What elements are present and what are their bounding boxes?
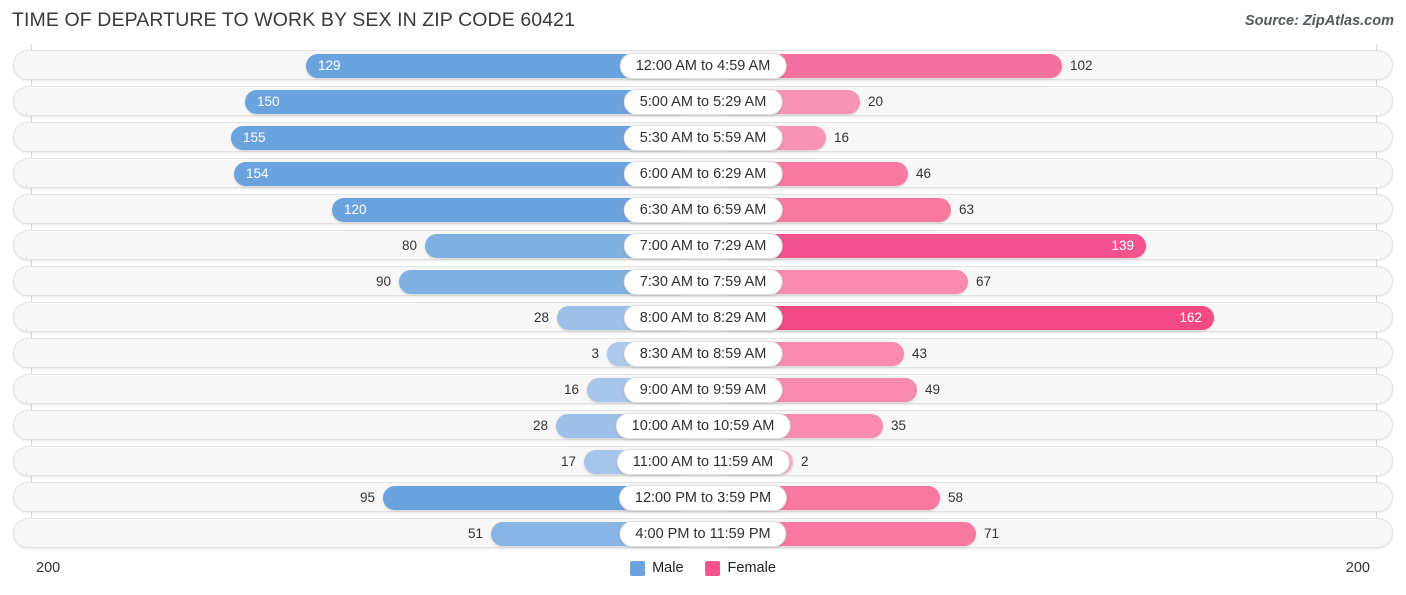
- bar-value-male: 120: [344, 202, 367, 217]
- bar-value-male: 80: [401, 238, 417, 253]
- chart-row: 28 35 10:00 AM to 10:59 AM: [13, 410, 1393, 440]
- category-label: 11:00 AM to 11:59 AM: [616, 449, 790, 475]
- bar-value-male: 3: [591, 346, 599, 361]
- bar-value-male: 28: [532, 418, 548, 433]
- category-label: 9:00 AM to 9:59 AM: [623, 377, 783, 403]
- page-title: TIME OF DEPARTURE TO WORK BY SEX IN ZIP …: [12, 9, 576, 31]
- legend-item-female[interactable]: Female: [705, 560, 776, 576]
- bar-value-female: 71: [984, 526, 1000, 541]
- bar-male[interactable]: 155: [231, 126, 690, 150]
- bar-value-male: 17: [560, 454, 576, 469]
- category-label: 12:00 AM to 4:59 AM: [619, 53, 787, 79]
- chart-root: TIME OF DEPARTURE TO WORK BY SEX IN ZIP …: [0, 0, 1406, 595]
- bar-wrap: 3 43 8:30 AM to 8:59 AM: [14, 339, 1392, 367]
- legend: Male Female: [630, 560, 776, 576]
- legend-label-female: Female: [727, 560, 776, 576]
- axis-tick-left: 200: [36, 560, 61, 576]
- chart-row: 3 43 8:30 AM to 8:59 AM: [13, 338, 1393, 368]
- bar-value-female: 43: [912, 346, 928, 361]
- bar-value-male: 150: [257, 94, 280, 109]
- bar-value-female: 139: [1111, 238, 1134, 253]
- bar-wrap: 17 2 11:00 AM to 11:59 AM: [14, 447, 1392, 475]
- bar-value-male: 129: [318, 58, 341, 73]
- bar-wrap: 154 46 6:00 AM to 6:29 AM: [14, 159, 1392, 187]
- bar-female[interactable]: 162: [718, 306, 1214, 330]
- category-label: 7:30 AM to 7:59 AM: [623, 269, 783, 295]
- bar-wrap: 51 71 4:00 PM to 11:59 PM: [14, 519, 1392, 547]
- chart-row: 129 102 12:00 AM to 4:59 AM: [13, 50, 1393, 80]
- bar-wrap: 150 20 5:00 AM to 5:29 AM: [14, 87, 1392, 115]
- bar-value-female: 49: [925, 382, 941, 397]
- chart-row: 90 67 7:30 AM to 7:59 AM: [13, 266, 1393, 296]
- bar-value-male: 155: [243, 130, 266, 145]
- category-label: 12:00 PM to 3:59 PM: [618, 485, 788, 511]
- category-label: 8:00 AM to 8:29 AM: [623, 305, 783, 331]
- bar-value-female: 16: [834, 130, 850, 145]
- chart-row: 51 71 4:00 PM to 11:59 PM: [13, 518, 1393, 548]
- bar-value-female: 162: [1179, 310, 1202, 325]
- chart-row: 28 162 8:00 AM to 8:29 AM: [13, 302, 1393, 332]
- bar-wrap: 129 102 12:00 AM to 4:59 AM: [14, 51, 1392, 79]
- bar-value-male: 154: [246, 166, 269, 181]
- bar-value-female: 2: [801, 454, 809, 469]
- chart-row: 80 139 7:00 AM to 7:29 AM: [13, 230, 1393, 260]
- bar-wrap: 95 58 12:00 PM to 3:59 PM: [14, 483, 1392, 511]
- category-label: 6:00 AM to 6:29 AM: [623, 161, 783, 187]
- bar-value-female: 46: [916, 166, 932, 181]
- bar-value-male: 95: [359, 490, 375, 505]
- source-attribution: Source: ZipAtlas.com: [1244, 13, 1394, 29]
- legend-swatch-female: [705, 560, 721, 576]
- bar-value-female: 20: [868, 94, 884, 109]
- chart-row: 150 20 5:00 AM to 5:29 AM: [13, 86, 1393, 116]
- chart-row: 154 46 6:00 AM to 6:29 AM: [13, 158, 1393, 188]
- category-label: 8:30 AM to 8:59 AM: [623, 341, 783, 367]
- category-label: 4:00 PM to 11:59 PM: [619, 521, 787, 547]
- category-label: 10:00 AM to 10:59 AM: [615, 413, 791, 439]
- axis-tick-right: 200: [1345, 560, 1370, 576]
- bar-wrap: 28 162 8:00 AM to 8:29 AM: [14, 303, 1392, 331]
- bar-value-female: 35: [891, 418, 907, 433]
- bar-value-male: 16: [563, 382, 579, 397]
- bar-value-male: 28: [533, 310, 549, 325]
- chart-row: 95 58 12:00 PM to 3:59 PM: [13, 482, 1393, 512]
- bar-value-male: 90: [375, 274, 391, 289]
- bar-wrap: 80 139 7:00 AM to 7:29 AM: [14, 231, 1392, 259]
- chart-header: TIME OF DEPARTURE TO WORK BY SEX IN ZIP …: [0, 0, 1406, 44]
- bar-male[interactable]: 154: [234, 162, 690, 186]
- chart-row: 155 16 5:30 AM to 5:59 AM: [13, 122, 1393, 152]
- bar-wrap: 16 49 9:00 AM to 9:59 AM: [14, 375, 1392, 403]
- category-label: 5:00 AM to 5:29 AM: [623, 89, 783, 115]
- legend-label-male: Male: [652, 560, 684, 576]
- chart-footer: 200 200 Male Female: [0, 552, 1406, 595]
- category-label: 5:30 AM to 5:59 AM: [623, 125, 783, 151]
- legend-item-male[interactable]: Male: [630, 560, 684, 576]
- legend-swatch-male: [630, 560, 646, 576]
- chart-row: 120 63 6:30 AM to 6:59 AM: [13, 194, 1393, 224]
- bar-value-female: 102: [1070, 58, 1093, 73]
- bar-value-male: 51: [467, 526, 483, 541]
- bar-value-female: 58: [948, 490, 964, 505]
- plot-area: 129 102 12:00 AM to 4:59 AM 150 20 5:00 AM to…: [0, 44, 1406, 548]
- chart-row: 17 2 11:00 AM to 11:59 AM: [13, 446, 1393, 476]
- bar-wrap: 90 67 7:30 AM to 7:59 AM: [14, 267, 1392, 295]
- category-label: 6:30 AM to 6:59 AM: [623, 197, 783, 223]
- bar-value-female: 63: [959, 202, 975, 217]
- bar-value-female: 67: [976, 274, 992, 289]
- category-label: 7:00 AM to 7:29 AM: [623, 233, 783, 259]
- bar-wrap: 28 35 10:00 AM to 10:59 AM: [14, 411, 1392, 439]
- bar-wrap: 155 16 5:30 AM to 5:59 AM: [14, 123, 1392, 151]
- bar-wrap: 120 63 6:30 AM to 6:59 AM: [14, 195, 1392, 223]
- chart-row: 16 49 9:00 AM to 9:59 AM: [13, 374, 1393, 404]
